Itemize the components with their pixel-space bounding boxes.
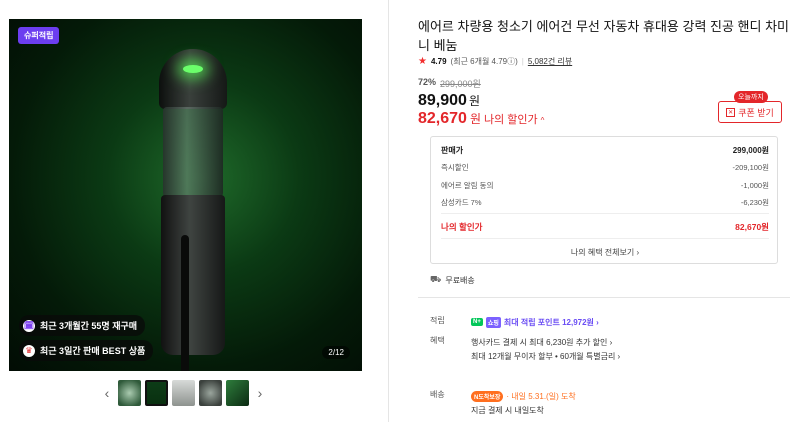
rating-detail[interactable]: (최근 6개월 4.79ⓘ) — [451, 56, 518, 67]
crown-icon: ♛ — [23, 344, 35, 357]
vacuum-product-photo — [159, 49, 227, 371]
delivery-subtext: 지금 결제 시 내일도착 — [471, 405, 544, 415]
today-only-tag: 오늘까지 — [734, 91, 768, 103]
thumbnail-5[interactable] — [226, 380, 249, 406]
breakdown-value: -209,100원 — [732, 163, 769, 172]
thumbnail-2[interactable] — [145, 380, 168, 406]
rating-row: ★ 4.79 (최근 6개월 4.79ⓘ) | 5,082건 리뷰 — [418, 56, 572, 67]
breakdown-value: -6,230원 — [740, 198, 769, 207]
calendar-icon: 🗓 — [23, 319, 35, 332]
repurchase-tag: 🗓 최근 3개월간 55명 재구매 — [19, 315, 146, 336]
product-title: 에어르 차량용 청소기 에어건 무선 자동차 휴대용 강력 진공 핸디 차미니 … — [418, 19, 789, 53]
breakdown-row-final: 나의 할인가 82,670원 — [441, 221, 769, 233]
breakdown-value: 299,000원 — [732, 146, 769, 155]
image-page-indicator: 2/12 — [322, 346, 350, 359]
sale-price-unit: 원 — [468, 94, 480, 108]
sale-price: 89,900 — [418, 92, 467, 109]
hero-tags: 🗓 최근 3개월간 55명 재구매 ♛ 최근 3일간 판매 BEST 상품 — [19, 311, 154, 361]
thumbnail-3[interactable] — [172, 380, 195, 406]
breakdown-row-notify: 에어르 알림 동의 -1,000원 — [441, 180, 769, 191]
coupon-button-label: 쿠폰 받기 — [738, 107, 774, 118]
chevron-up-icon[interactable]: ^ — [541, 116, 545, 125]
breakdown-value: 82,670원 — [735, 222, 769, 232]
free-shipping-text: 무료배송 — [445, 275, 475, 285]
breakdown-row-instant: 즉시할인 -209,100원 — [441, 162, 769, 173]
arrival-date: · 내일 5.31.(일) 도착 — [506, 391, 576, 401]
my-discount-price: 82,670 — [418, 110, 467, 127]
card-benefits-label: 혜택 — [430, 336, 445, 345]
delivery-label: 배송 — [430, 390, 445, 399]
thumbnail-4[interactable] — [199, 380, 222, 406]
thumbnail-strip: ‹ › — [100, 380, 267, 406]
free-shipping: ⛟ 무료배송 — [430, 274, 475, 286]
shopping-badge: 쇼핑 — [485, 316, 501, 328]
delivery-guarantee-badge: N도착보장 — [471, 390, 504, 402]
my-price-unit: 원 — [469, 112, 481, 126]
all-benefits-link[interactable]: 나의 혜택 전체보기 › — [431, 247, 779, 258]
original-price: 299,000원 — [440, 79, 481, 89]
thumbnail-1[interactable] — [118, 380, 141, 406]
card-discount-link[interactable]: 행사카드 결제 시 최대 6,230원 추가 할인 › — [471, 335, 620, 349]
installment-link[interactable]: 최대 12개월 무이자 할부 • 60개월 특별금리 › — [471, 349, 620, 363]
rating-separator: | — [521, 57, 524, 66]
coupon-icon: ✕ — [726, 107, 736, 117]
breakdown-divider — [441, 213, 769, 214]
price-breakdown-box: 판매가 299,000원 즉시할인 -209,100원 에어르 알림 동의 -1… — [430, 136, 778, 264]
review-count-link[interactable]: 5,082건 리뷰 — [528, 56, 572, 67]
breakdown-label: 삼성카드 7% — [441, 198, 482, 207]
breakdown-divider — [441, 238, 769, 239]
points-label: 적립 — [430, 316, 445, 325]
product-main-image[interactable]: 슈퍼적립 🗓 최근 3개월간 55명 재구매 ♛ 최근 3일간 판매 BEST … — [9, 19, 362, 371]
sale-price-row: 89,900 원 — [418, 92, 480, 110]
best-seller-tag: ♛ 최근 3일간 판매 BEST 상품 — [19, 340, 154, 361]
panel-divider — [388, 0, 389, 422]
breakdown-row-list-price: 판매가 299,000원 — [441, 145, 769, 156]
thumbnail-prev-icon[interactable]: ‹ — [100, 380, 114, 406]
get-coupon-button[interactable]: ✕ 쿠폰 받기 — [718, 101, 782, 123]
section-divider — [418, 297, 790, 298]
breakdown-value: -1,000원 — [740, 181, 769, 190]
thumbnail-next-icon[interactable]: › — [253, 380, 267, 406]
repurchase-text: 최근 3개월간 55명 재구매 — [40, 321, 138, 331]
npay-plus-badge: N+ — [471, 318, 483, 326]
discount-row: 72% 299,000원 — [418, 77, 481, 90]
my-price-label: 나의 할인가 — [483, 114, 538, 126]
breakdown-label: 판매가 — [441, 146, 464, 155]
power-light-glow — [183, 65, 203, 73]
truck-icon: ⛟ — [430, 274, 442, 284]
best-seller-text: 최근 3일간 판매 BEST 상품 — [40, 346, 146, 356]
breakdown-label: 즉시할인 — [441, 163, 469, 172]
star-icon: ★ — [418, 56, 427, 67]
discount-rate: 72% — [418, 77, 437, 87]
breakdown-row-card: 삼성카드 7% -6,230원 — [441, 197, 769, 208]
rating-value: 4.79 — [430, 57, 447, 66]
super-points-badge: 슈퍼적립 — [18, 27, 60, 44]
breakdown-label: 나의 할인가 — [441, 222, 483, 232]
max-points-link[interactable]: 최대 적립 포인트 12,972원 › — [504, 317, 599, 328]
my-price-row[interactable]: 82,670 원 나의 할인가 ^ — [418, 110, 544, 128]
breakdown-label: 에어르 알림 동의 — [441, 181, 494, 190]
